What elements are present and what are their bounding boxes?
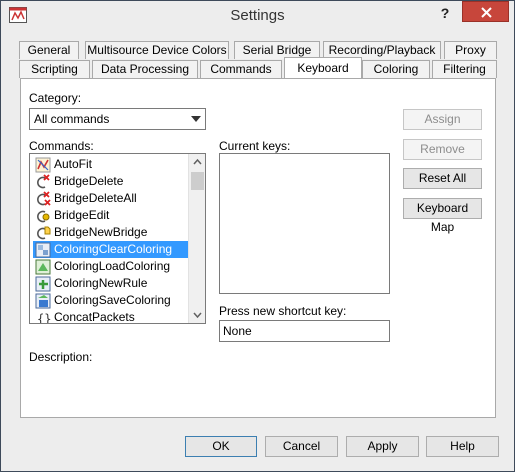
list-item[interactable]: ColoringNewRule <box>33 275 188 292</box>
description-label: Description: <box>29 350 93 364</box>
list-item[interactable]: ColoringSaveColoring <box>33 292 188 309</box>
category-value: All commands <box>34 112 110 126</box>
commands-list[interactable]: AutoFit BridgeDelete BridgeDeleteAll Bri… <box>29 153 206 324</box>
tab-keyboard[interactable]: Keyboard <box>284 57 362 78</box>
current-keys-label: Current keys: <box>219 139 291 153</box>
bridge-new-icon <box>37 226 51 240</box>
list-item[interactable]: AutoFit <box>33 156 188 173</box>
scroll-thumb[interactable] <box>191 172 204 190</box>
current-keys-list[interactable] <box>219 153 390 294</box>
keyboard-map-button[interactable]: Keyboard Map <box>403 198 482 234</box>
ok-button[interactable]: OK <box>185 436 257 457</box>
bridge-delete-icon <box>37 174 50 189</box>
coloring-load-icon <box>35 259 51 275</box>
category-dropdown[interactable]: All commands <box>29 108 206 130</box>
list-item[interactable]: BridgeDeleteAll <box>33 190 188 207</box>
list-item[interactable]: ColoringClearColoring <box>33 241 188 258</box>
close-icon <box>481 7 492 18</box>
scroll-down-icon[interactable] <box>189 306 206 323</box>
concat-packets-icon: {} <box>37 312 51 324</box>
list-item[interactable]: BridgeDelete <box>33 173 188 190</box>
list-item[interactable]: ColoringLoadColoring <box>33 258 188 275</box>
chevron-down-icon <box>191 116 201 122</box>
tab-commands[interactable]: Commands <box>200 60 282 78</box>
scroll-up-icon[interactable] <box>189 154 206 171</box>
bridge-delete-all-icon <box>37 191 51 206</box>
tab-filtering[interactable]: Filtering <box>432 60 497 78</box>
commands-label: Commands: <box>29 139 94 153</box>
tab-multisource-device-colors[interactable]: Multisource Device Colors <box>85 41 229 59</box>
tab-proxy[interactable]: Proxy <box>444 41 497 59</box>
shortcut-input[interactable]: None <box>219 320 390 342</box>
settings-window: Settings ? General Multisource Device Co… <box>0 0 515 472</box>
coloring-new-rule-icon <box>35 276 51 292</box>
list-item[interactable]: BridgeNewBridge <box>33 224 188 241</box>
svg-text:{}: {} <box>37 312 51 324</box>
help-button[interactable]: Help <box>426 436 499 457</box>
autofit-icon <box>35 157 51 173</box>
tab-data-processing[interactable]: Data Processing <box>92 60 198 78</box>
category-label: Category: <box>29 91 82 105</box>
shortcut-value: None <box>223 324 252 338</box>
coloring-save-icon <box>35 293 51 309</box>
tab-scripting[interactable]: Scripting <box>19 60 90 78</box>
list-item[interactable]: {} ConcatPackets <box>33 309 188 324</box>
shortcut-label: Press new shortcut key: <box>219 304 347 318</box>
apply-button[interactable]: Apply <box>346 436 419 457</box>
tab-general[interactable]: General <box>19 41 79 59</box>
close-button[interactable] <box>462 1 509 22</box>
title-help-button[interactable]: ? <box>431 3 459 23</box>
remove-button[interactable]: Remove <box>403 139 482 160</box>
cancel-button[interactable]: Cancel <box>265 436 338 457</box>
bridge-edit-icon <box>37 210 50 223</box>
assign-button[interactable]: Assign <box>403 109 482 130</box>
tab-coloring[interactable]: Coloring <box>362 60 430 78</box>
commands-scrollbar[interactable] <box>188 154 205 323</box>
title-bar: Settings ? <box>1 1 514 31</box>
list-item[interactable]: BridgeEdit <box>33 207 188 224</box>
coloring-clear-icon <box>35 242 51 258</box>
reset-all-button[interactable]: Reset All <box>403 168 482 189</box>
